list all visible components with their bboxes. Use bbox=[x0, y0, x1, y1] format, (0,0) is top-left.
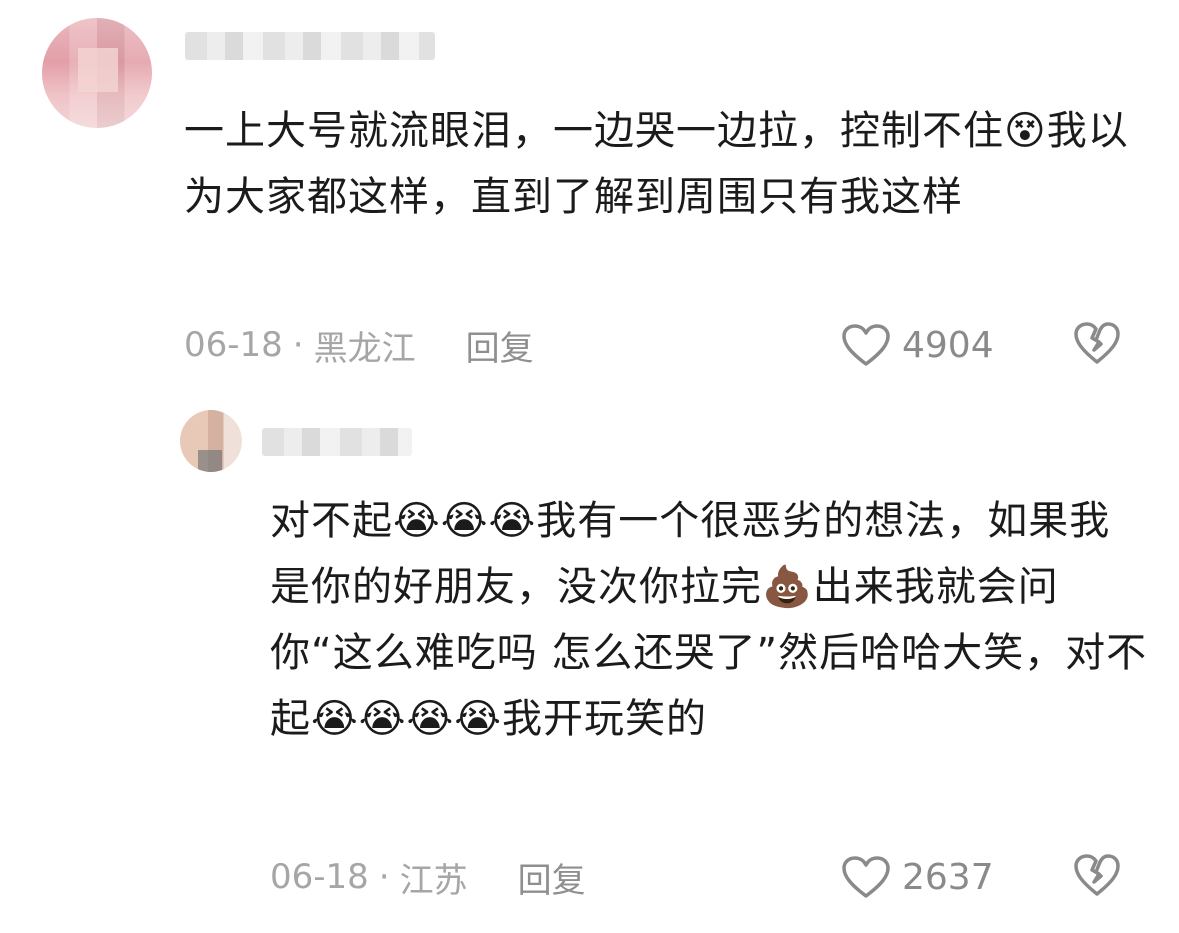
comment-1: 一上大号就流眼泪，一边哭一边拉，控制不住😵我以为大家都这样，直到了解到周围只有我… bbox=[0, 0, 1179, 400]
comment-date: 06-18 bbox=[184, 325, 283, 365]
reply-button[interactable]: 回复 bbox=[518, 853, 586, 902]
like-button[interactable]: 2637 bbox=[840, 852, 994, 902]
comment-location: 黑龙江 bbox=[313, 328, 416, 369]
comment-meta: 06-18 · 江苏 回复 bbox=[270, 852, 586, 902]
comment-2: 对不起😭😭😭我有一个很恶劣的想法，如果我是你的好朋友，没次你拉完💩出来我就会问你… bbox=[0, 400, 1179, 933]
username-blurred[interactable] bbox=[185, 32, 435, 60]
comment-location: 江苏 bbox=[399, 860, 468, 901]
comment-text: 一上大号就流眼泪，一边哭一边拉，控制不住😵我以为大家都这样，直到了解到周围只有我… bbox=[184, 108, 1129, 220]
comment-meta: 06-18 · 黑龙江 回复 bbox=[184, 320, 534, 370]
like-count: 4904 bbox=[902, 324, 994, 366]
comment-text: 对不起😭😭😭我有一个很恶劣的想法，如果我是你的好朋友，没次你拉完💩出来我就会问你… bbox=[270, 498, 1148, 742]
dislike-button[interactable] bbox=[1072, 852, 1122, 902]
like-button[interactable]: 4904 bbox=[840, 320, 994, 370]
comment-date: 06-18 bbox=[270, 857, 369, 897]
username-blurred[interactable] bbox=[262, 428, 412, 456]
meta-separator: · bbox=[378, 857, 390, 897]
like-count: 2637 bbox=[902, 856, 994, 898]
reply-button[interactable]: 回复 bbox=[466, 321, 534, 370]
heart-outline-icon bbox=[842, 856, 890, 898]
avatar[interactable] bbox=[180, 410, 242, 472]
heart-outline-icon bbox=[842, 324, 890, 366]
avatar[interactable] bbox=[42, 18, 152, 128]
broken-heart-icon bbox=[1074, 322, 1120, 364]
dislike-button[interactable] bbox=[1072, 320, 1122, 370]
broken-heart-icon bbox=[1074, 854, 1120, 896]
meta-separator: · bbox=[292, 325, 304, 365]
